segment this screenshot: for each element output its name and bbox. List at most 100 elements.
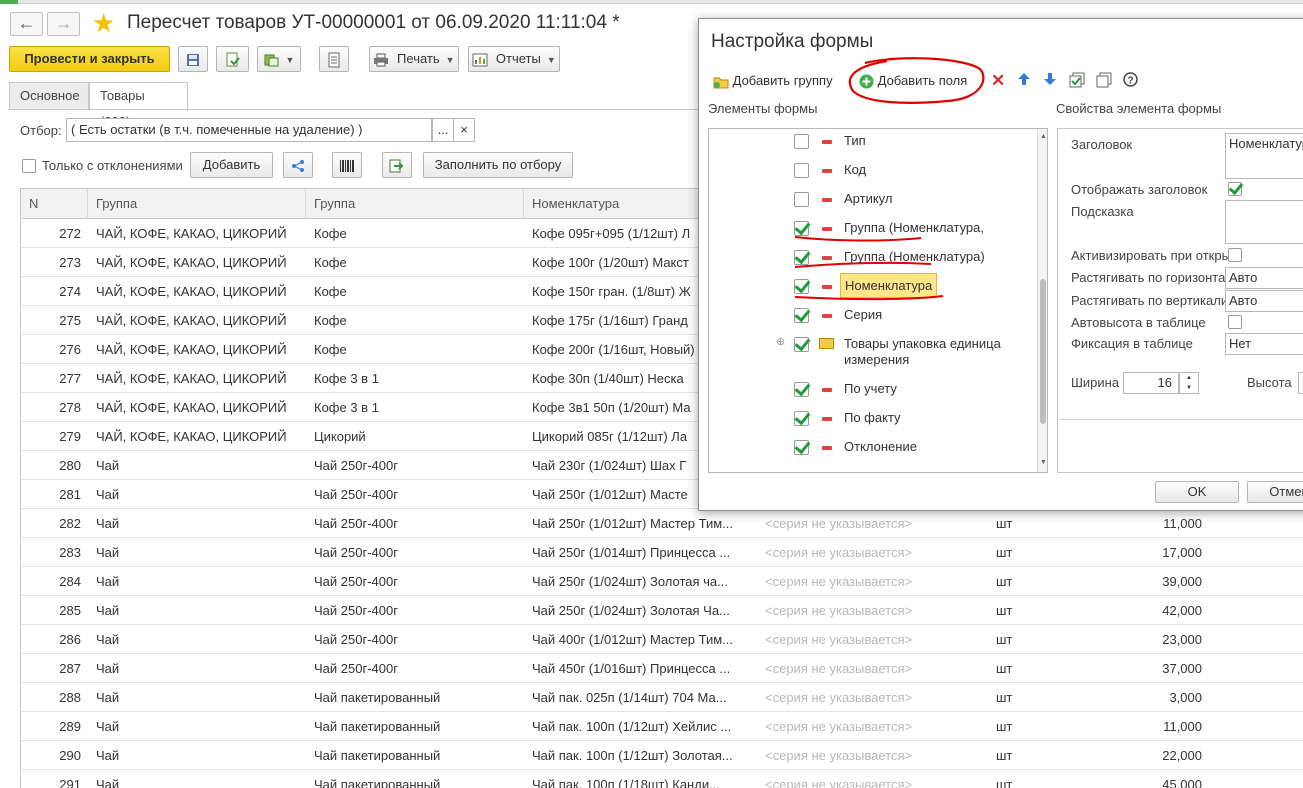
table-row[interactable]: 290 Чай Чай пакетированный Чай пак. 100п (1…: [21, 741, 1303, 770]
cell-group2: Чай 250г-400г: [314, 632, 398, 647]
table-row[interactable]: 284 Чай Чай 250г-400г Чай 250г (1/024шт) Зо…: [21, 567, 1303, 596]
post-button[interactable]: [216, 46, 249, 72]
tree-item[interactable]: Код: [709, 156, 1039, 185]
cell-group2: Цикорий: [314, 429, 366, 444]
elements-tree[interactable]: Тип Код Артикул Группа (Номенклатура, Группа…: [708, 128, 1048, 473]
ok-button[interactable]: OK: [1155, 481, 1239, 503]
field-icon: [822, 227, 832, 231]
print-button[interactable]: Печать ▼: [369, 46, 459, 72]
check-all-icon[interactable]: [1069, 72, 1085, 91]
tree-item-checkbox[interactable]: [794, 382, 809, 397]
cell-n: 290: [59, 748, 81, 763]
tree-item-checkbox[interactable]: [794, 440, 809, 455]
table-row[interactable]: 289 Чай Чай пакетированный Чай пак. 100п (1…: [21, 712, 1303, 741]
table-row[interactable]: 283 Чай Чай 250г-400г Чай 250г (1/014шт) Пр…: [21, 538, 1303, 567]
save-button[interactable]: [178, 46, 208, 72]
filter-field[interactable]: ( Есть остатки (в т.ч. помеченные на уда…: [66, 118, 432, 142]
tree-item-checkbox[interactable]: [794, 163, 809, 178]
add-group-button[interactable]: Добавить группу: [713, 73, 833, 89]
hint-field[interactable]: [1225, 200, 1303, 244]
barcode-button[interactable]: [332, 152, 362, 178]
filter-clear-button[interactable]: ×: [453, 118, 475, 142]
structure-button[interactable]: [319, 46, 349, 72]
col-header-group1[interactable]: Группа: [88, 189, 306, 219]
back-button[interactable]: ←: [10, 12, 43, 36]
tree-item[interactable]: По факту: [709, 404, 1039, 433]
tree-item-checkbox[interactable]: [794, 411, 809, 426]
table-row[interactable]: 282 Чай Чай 250г-400г Чай 250г (1/012шт) Ма…: [21, 509, 1303, 538]
tree-item-label: Артикул: [844, 191, 893, 206]
reports-button[interactable]: Отчеты ▼: [468, 46, 560, 72]
tree-item[interactable]: Группа (Номенклатура,: [709, 214, 1039, 243]
table-row[interactable]: 291 Чай Чай пакетированный Чай пак. 100п (1…: [21, 770, 1303, 788]
cell-unit: шт: [996, 574, 1013, 589]
cancel-button[interactable]: Отмен: [1247, 481, 1303, 503]
col-header-group2[interactable]: Группа: [306, 189, 524, 219]
tree-item[interactable]: Номенклатура: [709, 272, 1039, 301]
autoheight-checkbox[interactable]: [1228, 315, 1242, 329]
uncheck-all-icon[interactable]: [1096, 72, 1112, 91]
tree-item[interactable]: Артикул: [709, 185, 1039, 214]
only-deviations-checkbox[interactable]: [22, 159, 36, 173]
tree-item[interactable]: Серия: [709, 301, 1039, 330]
post-and-close-button[interactable]: Провести и закрыть: [9, 46, 170, 72]
stretch-h-field[interactable]: Авто: [1225, 267, 1303, 289]
tree-item-checkbox[interactable]: [794, 221, 809, 236]
tree-item[interactable]: ⊕ Товары упаковка единица измерения: [709, 330, 1039, 367]
tree-item-checkbox[interactable]: [794, 279, 809, 294]
tree-scroll-thumb[interactable]: [1040, 279, 1046, 424]
cell-nomenclature: Чай 400г (1/012шт) Мастер Тим...: [532, 632, 733, 647]
stretch-v-field[interactable]: Авто: [1225, 290, 1303, 312]
cell-unit: шт: [996, 777, 1013, 788]
fill-by-filter-button[interactable]: Заполнить по отбору: [423, 152, 573, 178]
table-row[interactable]: 287 Чай Чай 250г-400г Чай 450г (1/016шт) Пр…: [21, 654, 1303, 683]
cell-group2: Чай 250г-400г: [314, 661, 398, 676]
add-button[interactable]: Добавить: [190, 152, 273, 178]
tree-item-checkbox[interactable]: [794, 192, 809, 207]
tree-item[interactable]: Отклонение: [709, 433, 1039, 462]
tab-goods[interactable]: Товары (293): [89, 82, 188, 129]
width-spinner[interactable]: ▲ ▼: [1179, 372, 1199, 394]
col-header-n[interactable]: N: [21, 189, 88, 219]
share-button[interactable]: [283, 152, 313, 178]
move-up-icon[interactable]: [1017, 72, 1031, 89]
list-document-icon: [328, 52, 340, 68]
create-based-on-button[interactable]: ▼: [257, 46, 301, 72]
height-field[interactable]: [1298, 372, 1303, 394]
move-down-icon[interactable]: [1043, 72, 1057, 89]
tree-scrollbar[interactable]: ▲ ▼: [1037, 129, 1047, 472]
expand-icon[interactable]: ⊕: [776, 335, 785, 348]
filter-select-button[interactable]: ...: [432, 118, 454, 142]
delete-icon[interactable]: ✕: [991, 71, 1005, 91]
tree-item[interactable]: По учету: [709, 375, 1039, 404]
properties-panel: Заголовок Номенклатур Отображать заголов…: [1057, 128, 1303, 473]
cell-group1: ЧАЙ, КОФЕ, КАКАО, ЦИКОРИЙ: [96, 226, 287, 241]
fix-field[interactable]: Нет: [1225, 333, 1303, 355]
tree-item[interactable]: Группа (Номенклатура): [709, 243, 1039, 272]
table-row[interactable]: 288 Чай Чай пакетированный Чай пак. 025п (1…: [21, 683, 1303, 712]
fill-table-icon: [389, 159, 404, 173]
tree-item[interactable]: Тип: [709, 129, 1039, 156]
fill-button[interactable]: [382, 152, 412, 178]
table-row[interactable]: 286 Чай Чай 250г-400г Чай 400г (1/012шт) Ма…: [21, 625, 1303, 654]
tree-item-checkbox[interactable]: [794, 337, 809, 352]
table-row[interactable]: 285 Чай Чай 250г-400г Чай 250г (1/024шт) Зо…: [21, 596, 1303, 625]
properties-label: Свойства элемента формы: [1056, 101, 1222, 116]
document-post-icon: [226, 52, 240, 67]
cell-n: 284: [59, 574, 81, 589]
tree-item-checkbox[interactable]: [794, 308, 809, 323]
cell-unit: шт: [996, 748, 1013, 763]
caption-field[interactable]: Номенклатур: [1225, 133, 1303, 179]
forward-button[interactable]: →: [47, 12, 80, 36]
show-caption-checkbox[interactable]: [1228, 182, 1242, 196]
favorite-star-icon[interactable]: ★: [92, 9, 115, 37]
activate-checkbox[interactable]: [1228, 248, 1242, 262]
width-field[interactable]: 16: [1123, 372, 1179, 394]
tree-item-checkbox[interactable]: [794, 134, 809, 149]
cell-group1: ЧАЙ, КОФЕ, КАКАО, ЦИКОРИЙ: [96, 255, 287, 270]
cell-n: 280: [59, 458, 81, 473]
tab-main[interactable]: Основное: [9, 82, 89, 110]
help-icon[interactable]: ?: [1123, 72, 1138, 90]
add-fields-button[interactable]: Добавить поля: [859, 73, 967, 89]
tree-item-checkbox[interactable]: [794, 250, 809, 265]
